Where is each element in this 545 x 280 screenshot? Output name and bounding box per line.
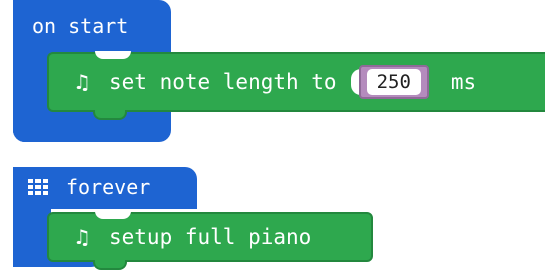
note-length-input[interactable]: 250 xyxy=(366,69,421,95)
set-note-length-label: set note length to xyxy=(109,70,337,94)
music-note-icon: ♫ xyxy=(73,225,91,249)
music-note-icon: ♫ xyxy=(73,70,91,94)
setup-full-piano-block[interactable]: ♫ setup full piano xyxy=(47,211,373,262)
set-note-length-block[interactable]: ♫ set note length to 250 ms xyxy=(47,51,545,112)
on-start-label: on start xyxy=(32,14,129,38)
forever-label: forever xyxy=(66,175,151,199)
grid-icon xyxy=(28,179,48,195)
workspace[interactable]: on start ♫ set note length to 250 ms for… xyxy=(0,0,545,280)
unit-label: ms xyxy=(450,70,477,94)
number-reporter[interactable]: 250 xyxy=(358,65,429,99)
setup-full-piano-label: setup full piano xyxy=(109,225,312,249)
forever-block[interactable]: forever xyxy=(13,167,197,209)
